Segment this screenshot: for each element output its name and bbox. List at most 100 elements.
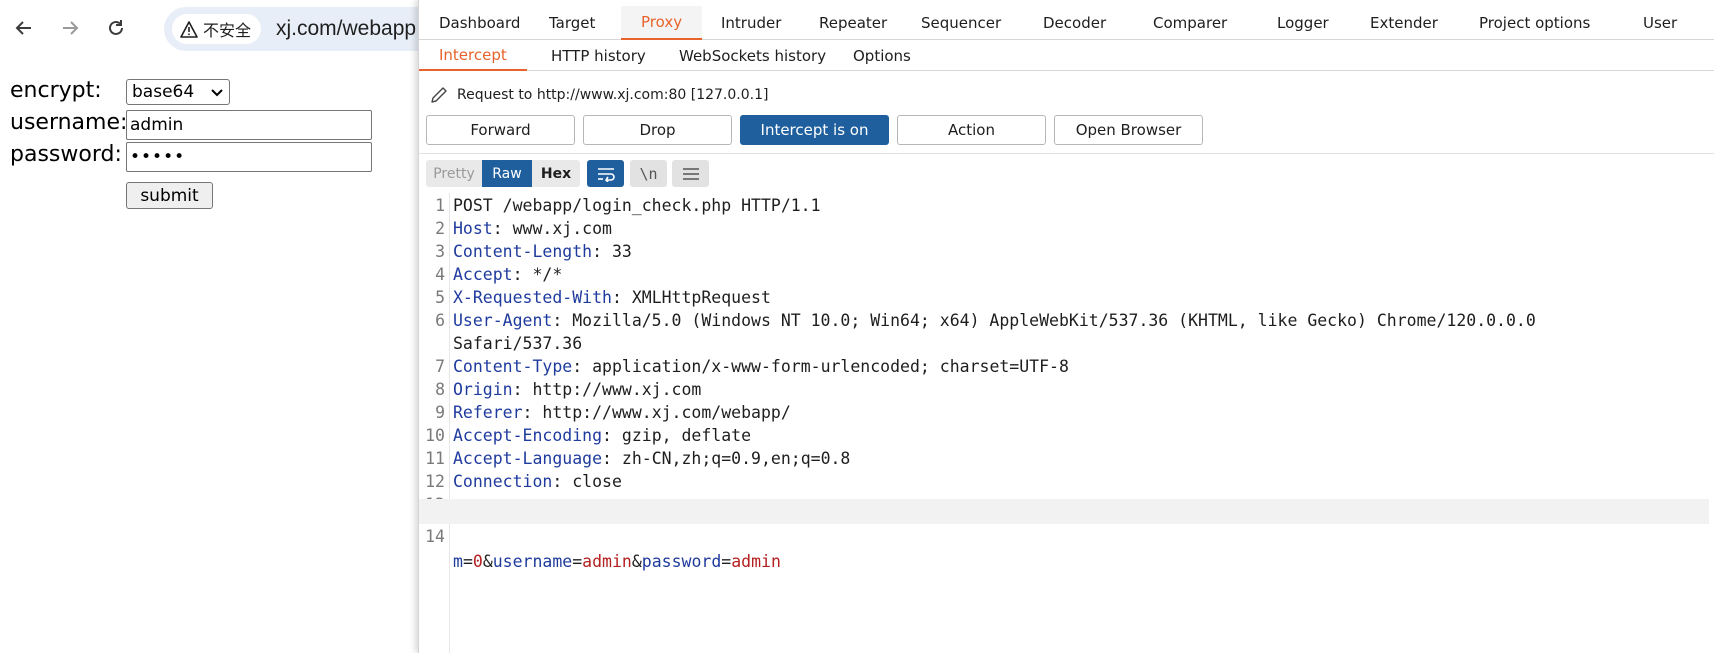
encrypt-value: base64 <box>132 82 195 102</box>
request-body: m=0&username=admin&password=admin <box>453 552 781 571</box>
header-name: Accept-Encoding <box>453 426 603 445</box>
line-number: 9 <box>435 403 445 422</box>
param-value: admin <box>731 552 781 571</box>
request-line[interactable]: 11 Accept-Language: zh-CN,zh;q=0.9,en;q=0… <box>419 446 1709 471</box>
header-value: 33 <box>602 242 632 261</box>
request-line[interactable]: 4 Accept: */* <box>419 262 1709 287</box>
view-raw-button[interactable]: Raw <box>482 160 532 187</box>
request-editor[interactable]: 1 POST /webapp/login_check.php HTTP/1.1 2 H… <box>419 193 1714 653</box>
line-number: 14 <box>425 527 445 546</box>
request-line[interactable]: 8 Origin: http://www.xj.com <box>419 377 1709 402</box>
line-content: User-Agent: Mozilla/5.0 (Windows NT 10.0… <box>453 311 1536 330</box>
line-content: Origin: http://www.xj.com <box>453 380 702 399</box>
param-name: password <box>641 552 722 571</box>
header-value: XMLHttpRequest <box>621 288 771 307</box>
tab-extender[interactable]: Extender <box>1350 6 1458 40</box>
header-value: Mozilla/5.0 (Windows NT 10.0; Win64; x64… <box>562 311 1536 330</box>
encrypt-select[interactable]: base64 <box>126 79 230 105</box>
request-line[interactable]: 6 User-Agent: Mozilla/5.0 (Windows NT 10.… <box>419 308 1709 333</box>
line-number: 3 <box>435 242 445 261</box>
tab-http-history[interactable]: HTTP history <box>531 40 666 71</box>
request-line[interactable]: 2 Host: www.xj.com <box>419 216 1709 241</box>
tab-options[interactable]: Options <box>833 40 931 71</box>
request-target-text: Request to http://www.xj.com:80 [127.0.0… <box>457 87 769 103</box>
param-name: username <box>492 552 573 571</box>
url-text[interactable]: xj.com/webapp <box>276 17 416 41</box>
tab-decoder[interactable]: Decoder <box>1023 6 1126 40</box>
request-line[interactable]: Safari/537.36 <box>419 331 1709 356</box>
arrow-right-icon <box>63 21 79 35</box>
line-content: Accept-Encoding: gzip, deflate <box>453 426 752 445</box>
hamburger-icon <box>682 167 699 180</box>
tab-logger[interactable]: Logger <box>1257 6 1349 40</box>
tab-user-options[interactable]: User <box>1623 6 1697 40</box>
password-label: password: <box>10 142 122 167</box>
line-content: Connection: close <box>453 472 622 491</box>
chevron-down-icon <box>211 89 223 97</box>
request-line[interactable]: 5 X-Requested-With: XMLHttpRequest <box>419 285 1709 310</box>
header-value: www.xj.com <box>502 219 612 238</box>
tab-websockets-history[interactable]: WebSockets history <box>659 40 846 71</box>
param-name: m <box>453 552 463 571</box>
tab-target[interactable]: Target <box>529 6 615 40</box>
forward-button[interactable]: Forward <box>426 115 575 145</box>
proxy-sub-tab-bar: Intercept HTTP history WebSockets histor… <box>419 40 1714 71</box>
request-line[interactable]: 7 Content-Type: application/x-www-form-ur… <box>419 354 1709 379</box>
line-content: Content-Type: application/x-www-form-url… <box>453 357 1069 376</box>
address-bar[interactable]: 不安全 xj.com/webapp <box>164 7 454 51</box>
wrap-lines-button[interactable] <box>587 160 624 187</box>
open-browser-button[interactable]: Open Browser <box>1054 115 1203 145</box>
tab-proxy[interactable]: Proxy <box>621 6 703 40</box>
line-number: 8 <box>435 380 445 399</box>
browser-window: 不安全 xj.com/webapp encrypt: base64 userna… <box>0 0 454 653</box>
header-name: User-Agent <box>453 311 553 330</box>
request-line[interactable]: 1 POST /webapp/login_check.php HTTP/1.1 <box>419 193 1709 218</box>
header-value: http://www.xj.com/webapp/ <box>532 403 791 422</box>
tab-dashboard[interactable]: Dashboard <box>419 6 540 40</box>
menu-button[interactable] <box>672 160 709 187</box>
view-pretty-button[interactable]: Pretty <box>426 160 482 187</box>
line-number: 5 <box>435 288 445 307</box>
header-name: Accept <box>453 265 513 284</box>
line-content: Accept: */* <box>453 265 563 284</box>
username-label: username: <box>10 110 128 135</box>
browser-toolbar: 不安全 xj.com/webapp <box>0 0 454 58</box>
noop5 <box>1005 160 1042 187</box>
tab-project-options[interactable]: Project options <box>1459 6 1610 40</box>
reload-button[interactable] <box>102 14 130 42</box>
forward-button[interactable] <box>56 14 84 42</box>
intercept-toggle-button[interactable]: Intercept is on <box>740 115 889 145</box>
tab-comparer[interactable]: Comparer <box>1133 6 1247 40</box>
line-content: Host: www.xj.com <box>453 219 612 238</box>
request-body-line[interactable]: 14 m=0&username=admin&password=admin <box>419 499 1709 571</box>
action-button[interactable]: Action <box>897 115 1046 145</box>
drop-button[interactable]: Drop <box>583 115 732 145</box>
param-value: admin <box>582 552 632 571</box>
request-line[interactable]: 12 Connection: close <box>419 469 1709 494</box>
line-content: POST /webapp/login_check.php HTTP/1.1 <box>453 196 821 215</box>
show-newlines-button[interactable]: \n <box>630 160 667 187</box>
request-line[interactable]: 10 Accept-Encoding: gzip, deflate <box>419 423 1709 448</box>
back-button[interactable] <box>10 14 38 42</box>
request-info: Request to http://www.xj.com:80 [127.0.0… <box>429 84 768 106</box>
param-value: 0 <box>472 552 483 571</box>
view-hex-button[interactable]: Hex <box>532 160 580 187</box>
password-input[interactable] <box>126 142 372 172</box>
line-number: 7 <box>435 357 445 376</box>
tab-intercept[interactable]: Intercept <box>419 40 527 71</box>
tab-repeater[interactable]: Repeater <box>799 6 907 40</box>
username-input[interactable] <box>126 110 372 140</box>
tab-sequencer[interactable]: Sequencer <box>901 6 1021 40</box>
line-number: 10 <box>425 426 445 445</box>
request-line[interactable]: 3 Content-Length: 33 <box>419 239 1709 264</box>
tab-intruder[interactable]: Intruder <box>701 6 801 40</box>
header-name: Origin <box>453 380 513 399</box>
security-chip[interactable]: 不安全 <box>172 14 262 44</box>
header-value: application/x-www-form-urlencoded; chars… <box>582 357 1069 376</box>
request-line[interactable]: 9 Referer: http://www.xj.com/webapp/ <box>419 400 1709 425</box>
header-name: Content-Type <box>453 357 573 376</box>
arrow-left-icon <box>15 21 31 35</box>
header-name: Host <box>453 219 493 238</box>
header-name: Accept-Language <box>453 449 603 468</box>
submit-button[interactable]: submit <box>126 182 213 209</box>
